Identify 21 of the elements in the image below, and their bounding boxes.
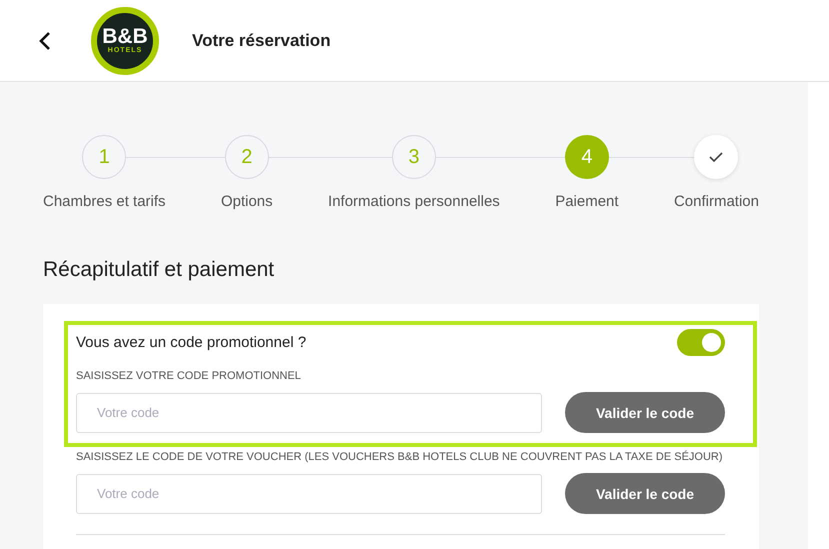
step-label: Options bbox=[220, 193, 273, 210]
step-marker: 1 bbox=[82, 135, 126, 179]
step-label: Chambres et tarifs bbox=[43, 193, 166, 210]
checkmark-icon bbox=[708, 151, 724, 163]
promo-toggle[interactable] bbox=[677, 329, 725, 356]
page-title: Votre réservation bbox=[192, 30, 331, 50]
section-title: Récapitulatif et paiement bbox=[43, 258, 276, 282]
step-marker: 4 bbox=[564, 135, 609, 179]
validate-button[interactable]: Valider le code bbox=[565, 473, 725, 514]
step-marker: 2 bbox=[224, 135, 269, 179]
field-label: SAISISSEZ LE CODE DE VOTRE VOUCHER (LES VOUCHERS B&B HOTELS CLUB NE COUVRENT PAS LA TAXE DE SÉJOUR) bbox=[76, 451, 724, 463]
field-label: SAISISSEZ VOTRE CODE PROMOTIONNEL bbox=[76, 370, 302, 382]
validate-button[interactable]: Valider le code bbox=[565, 392, 725, 433]
code-input-field[interactable]: Votre code bbox=[76, 474, 542, 514]
step-label: Informations personnelles bbox=[328, 193, 500, 210]
step-label: Confirmation bbox=[674, 193, 759, 210]
promo-question: Vous avez un code promotionnel ? bbox=[76, 334, 306, 351]
step-label: Paiement bbox=[555, 193, 619, 210]
code-input-field[interactable]: Votre code bbox=[76, 392, 542, 432]
back-button[interactable] bbox=[38, 30, 52, 50]
step-marker: 3 bbox=[392, 135, 436, 179]
